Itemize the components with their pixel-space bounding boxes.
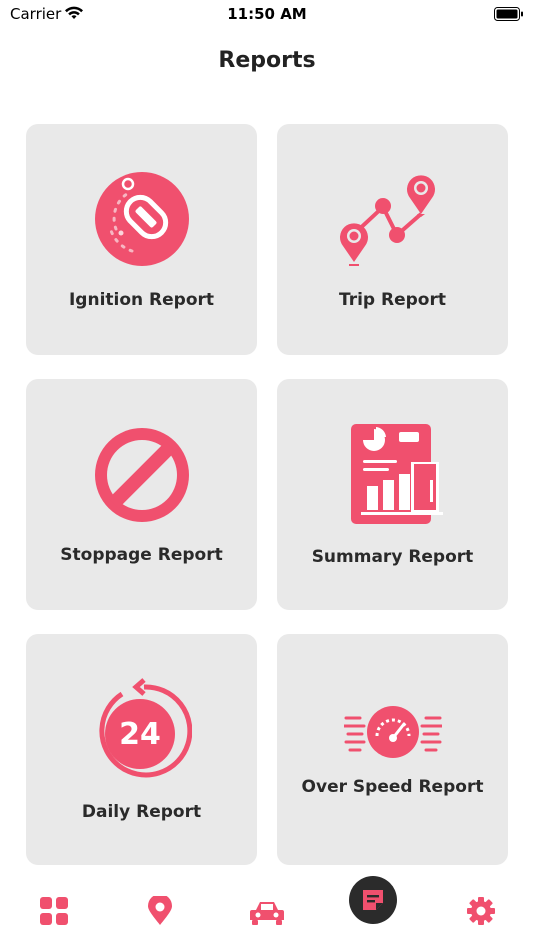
report-label: Summary Report	[311, 547, 474, 567]
dashboard-grid-icon[interactable]	[39, 896, 69, 926]
report-label: Daily Report	[81, 802, 202, 822]
car-icon[interactable]	[249, 900, 285, 926]
daily-badge: 24	[119, 717, 161, 752]
trip-route-icon	[339, 175, 435, 266]
clock: 11:50 AM	[227, 5, 307, 23]
speedometer-icon	[343, 706, 442, 758]
trip-report-card[interactable]: Trip Report	[277, 124, 508, 355]
summary-chart-icon	[350, 424, 443, 524]
location-pin-icon[interactable]	[147, 896, 173, 926]
report-label: Stoppage Report	[60, 545, 223, 565]
page-title: Reports	[218, 48, 316, 73]
stoppage-report-card[interactable]: Stoppage Report	[26, 379, 257, 610]
status-bar: Carrier 11:50 AM	[0, 0, 534, 30]
over-speed-report-card[interactable]: Over Speed Report	[277, 634, 508, 865]
gear-icon[interactable]	[466, 896, 496, 926]
tab-reports[interactable]	[349, 876, 397, 924]
report-label: Ignition Report	[68, 290, 215, 310]
ignition-icon	[94, 172, 189, 266]
report-label: Over Speed Report	[301, 777, 484, 797]
daily-report-card[interactable]: 24 Daily Report	[26, 634, 257, 865]
battery-icon	[494, 7, 523, 21]
tab-bar	[0, 870, 534, 950]
report-label: Trip Report	[338, 290, 446, 310]
stop-sign-icon	[94, 428, 189, 522]
report-note-icon	[363, 890, 383, 910]
summary-report-card[interactable]: Summary Report	[277, 379, 508, 610]
ignition-report-card[interactable]: Ignition Report	[26, 124, 257, 355]
daily-24-icon: 24	[98, 678, 192, 778]
